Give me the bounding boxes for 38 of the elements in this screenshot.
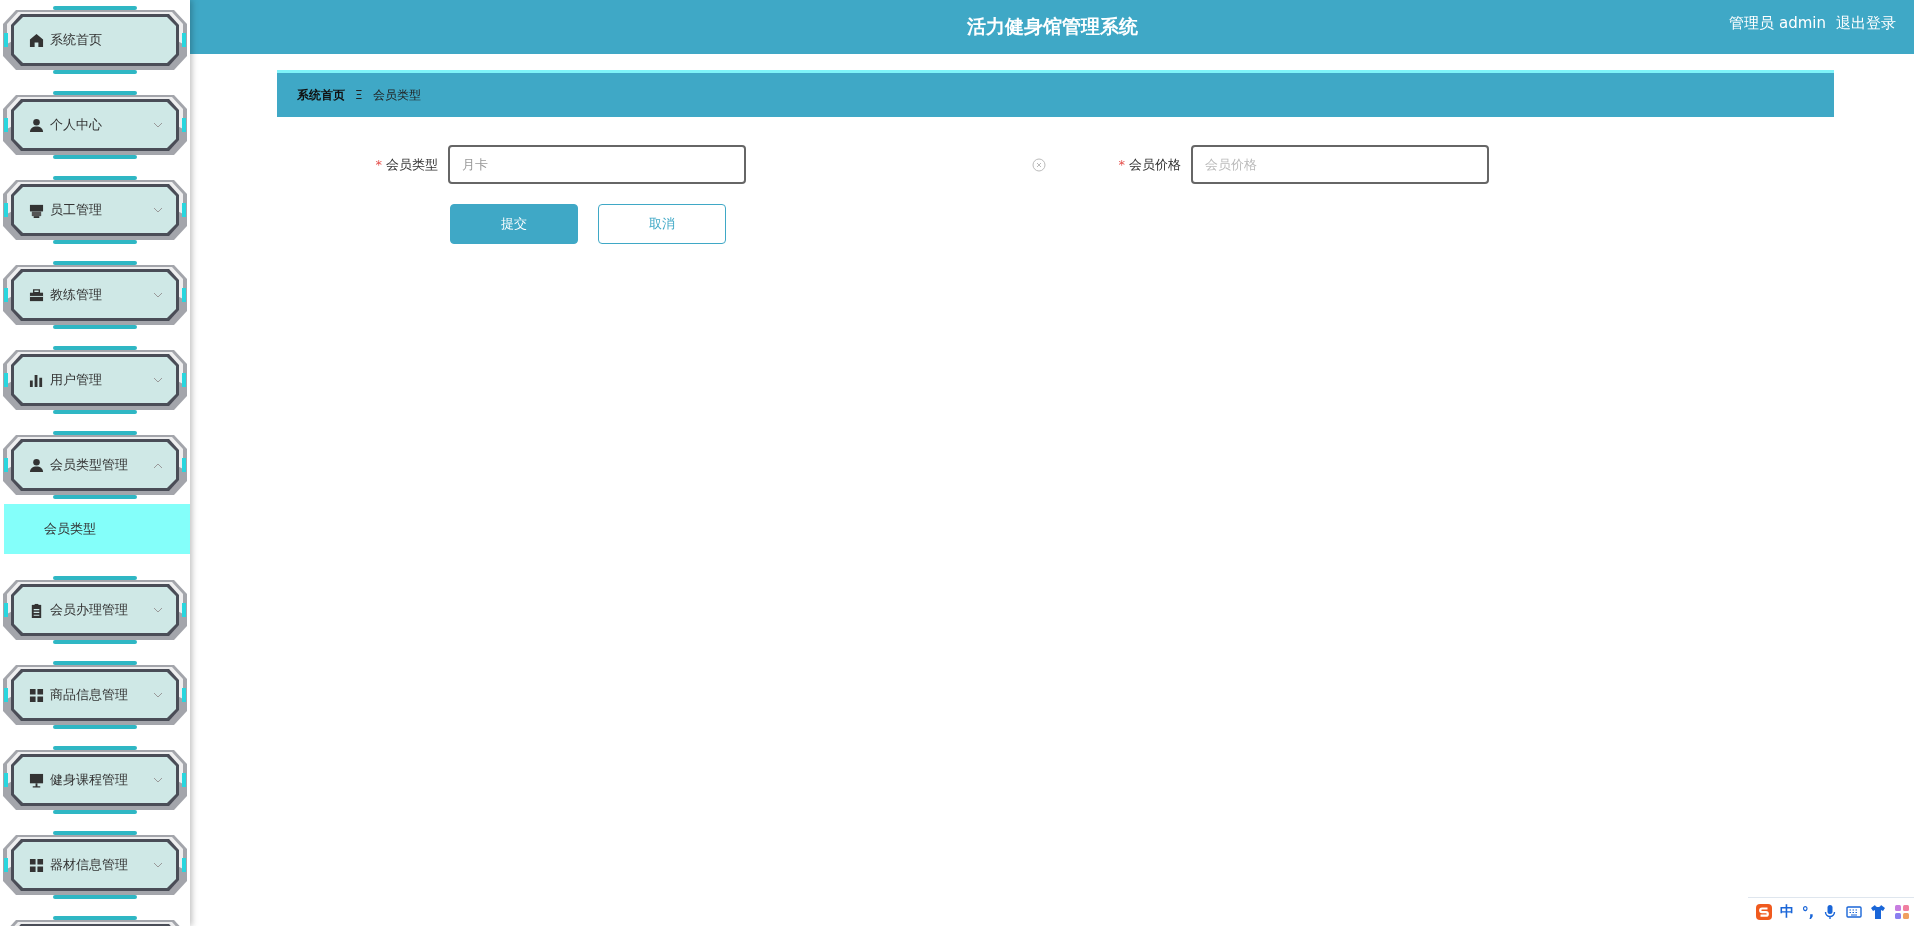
apps-grid-icon[interactable] (1894, 904, 1910, 920)
sidebar-menu-item[interactable]: 会员类型管理 (3, 429, 187, 501)
sidebar-menu-item[interactable]: 用户管理 (3, 344, 187, 416)
person-icon (29, 117, 44, 133)
store-icon (29, 202, 44, 218)
sidebar-menu-item[interactable]: 会员办理管理 (3, 574, 187, 646)
briefcase-icon (29, 287, 44, 303)
breadcrumb-link[interactable]: 系统首页 (297, 86, 345, 104)
app-title: 活力健身馆管理系统 (966, 14, 1138, 39)
monitor-icon (29, 772, 44, 788)
required-mark: * (375, 156, 382, 172)
sidebar-menu-item[interactable]: 商品信息管理 (3, 659, 187, 731)
person-icon (29, 457, 44, 473)
breadcrumb-current: 会员类型 (372, 86, 421, 104)
bar-chart-icon (29, 372, 44, 388)
sidebar-menu-item[interactable]: 教练管理 (3, 259, 187, 331)
keyboard-icon[interactable] (1846, 904, 1862, 920)
shirt-icon[interactable] (1870, 904, 1886, 920)
home-icon (29, 32, 44, 48)
input-field[interactable]: 会员价格 (1191, 145, 1489, 184)
field-label: 会员类型 (386, 156, 438, 172)
breadcrumb-separator: Ξ (355, 88, 363, 102)
sidebar-menu-item[interactable]: 个人中心 (3, 89, 187, 161)
sidebar-menu-item[interactable]: 员工管理 (3, 174, 187, 246)
ime-logo-icon[interactable] (1755, 904, 1772, 920)
submenu-item[interactable]: 会员类型 (4, 504, 190, 554)
grid-icon (29, 857, 44, 873)
ime-mode-toggle[interactable]: 中 (1779, 903, 1794, 921)
grid-icon (29, 687, 44, 703)
user-name: 管理员 admin (1729, 14, 1826, 33)
ime-mode-toggle[interactable]: °, (1801, 904, 1814, 920)
clipboard-icon (29, 602, 44, 618)
sidebar-menu-item[interactable]: 健身课程管理 (3, 744, 187, 816)
sidebar-menu-item[interactable]: 器材信息管理 (3, 829, 187, 901)
microphone-icon[interactable] (1822, 904, 1838, 920)
field-label: 会员价格 (1129, 156, 1181, 172)
sidebar-menu-item[interactable]: 系统首页 (3, 4, 187, 76)
required-mark: * (1118, 156, 1125, 172)
